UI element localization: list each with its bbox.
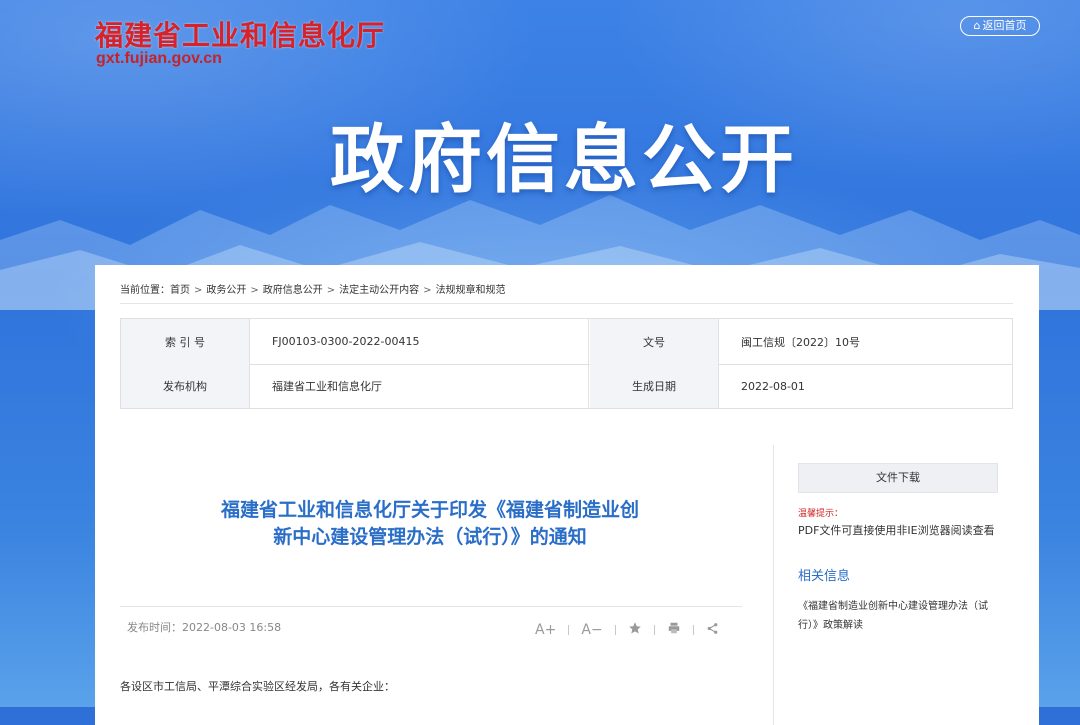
breadcrumb-item-info-disclosure[interactable]: 政府信息公开 [263, 285, 323, 296]
breadcrumb-separator: > [423, 285, 432, 296]
toolbar-separator [568, 625, 570, 635]
home-button-label: 返回首页 [982, 19, 1027, 32]
breadcrumb-separator: > [250, 285, 259, 296]
document-number-label: 文号 [590, 319, 719, 364]
article-title-divider [120, 606, 742, 607]
article-body-first-line: 各设区市工信局、平潭综合实验区经发局，各有关企业： [120, 680, 395, 693]
home-button[interactable]: ⌂ 返回首页 [960, 16, 1040, 36]
related-info-heading: 相关信息 [798, 569, 851, 584]
article-toolbar: A+ A− [535, 621, 719, 639]
index-number-label: 索 引 号 [121, 319, 250, 364]
publisher-label: 发布机构 [121, 364, 250, 408]
generated-date-value: 2022-08-01 [741, 379, 805, 393]
breadcrumb-item-regulations[interactable]: 法规规章和规范 [436, 285, 506, 296]
print-icon[interactable] [667, 621, 681, 639]
font-decrease-button[interactable]: A− [581, 622, 602, 638]
site-logo-text[interactable]: 福建省工业和信息化厅 [95, 14, 385, 54]
share-icon[interactable] [706, 622, 719, 639]
breadcrumb-separator: > [194, 285, 203, 296]
breadcrumb-prefix: 当前位置： [120, 285, 170, 296]
home-icon: ⌂ [973, 19, 981, 32]
breadcrumb-divider [120, 303, 1013, 304]
publish-time: 发布时间：2022-08-03 16:58 [127, 621, 282, 634]
tip-text: PDF文件可直接使用非IE浏览器阅读查看 [798, 524, 995, 537]
related-info-link[interactable]: 《福建省制造业创新中心建设管理办法（试行）》政策解读 [798, 597, 998, 635]
article-title: 福建省工业和信息化厅关于印发《福建省制造业创新中心建设管理办法（试行）》的通知 [220, 499, 639, 548]
sidebar: 文件下载 温馨提示： PDF文件可直接使用非IE浏览器阅读查看 相关信息 《福建… [798, 463, 998, 635]
file-download-button[interactable]: 文件下载 [798, 463, 998, 493]
breadcrumb-separator: > [326, 285, 336, 296]
breadcrumb-item-affairs[interactable]: 政务公开 [206, 285, 246, 296]
metadata-row: 索 引 号 FJ00103-0300-2022-00415 文号 闽工信规〔20… [121, 319, 1012, 365]
publisher-value: 福建省工业和信息化厅 [250, 364, 589, 408]
toolbar-separator [614, 625, 616, 635]
metadata-table: 索 引 号 FJ00103-0300-2022-00415 文号 闽工信规〔20… [120, 318, 1013, 409]
site-domain: gxt.fujian.gov.cn [96, 50, 222, 67]
sidebar-divider [773, 445, 774, 725]
banner-title: 政府信息公开 [330, 117, 798, 203]
breadcrumb-item-statutory[interactable]: 法定主动公开内容 [339, 285, 419, 296]
star-icon[interactable] [628, 621, 642, 639]
breadcrumb-item-home[interactable]: 首页 [170, 285, 190, 296]
toolbar-separator [653, 625, 655, 635]
toolbar-separator [692, 625, 694, 635]
index-number-value: FJ00103-0300-2022-00415 [250, 319, 589, 364]
tip-label: 温馨提示： [798, 509, 844, 519]
font-increase-button[interactable]: A+ [535, 622, 556, 638]
metadata-row: 发布机构 福建省工业和信息化厅 生成日期 2022-08-01 [121, 364, 1012, 408]
generated-date-label: 生成日期 [590, 364, 719, 408]
breadcrumb: 当前位置：首页 > 政务公开 > 政府信息公开 > 法定主动公开内容 > 法规规章和规范 [120, 281, 506, 296]
document-number-value: 闽工信规〔2022〕10号 [741, 335, 860, 349]
content-card: 当前位置：首页 > 政务公开 > 政府信息公开 > 法定主动公开内容 > 法规规章和规范 索 引… [95, 265, 1039, 725]
